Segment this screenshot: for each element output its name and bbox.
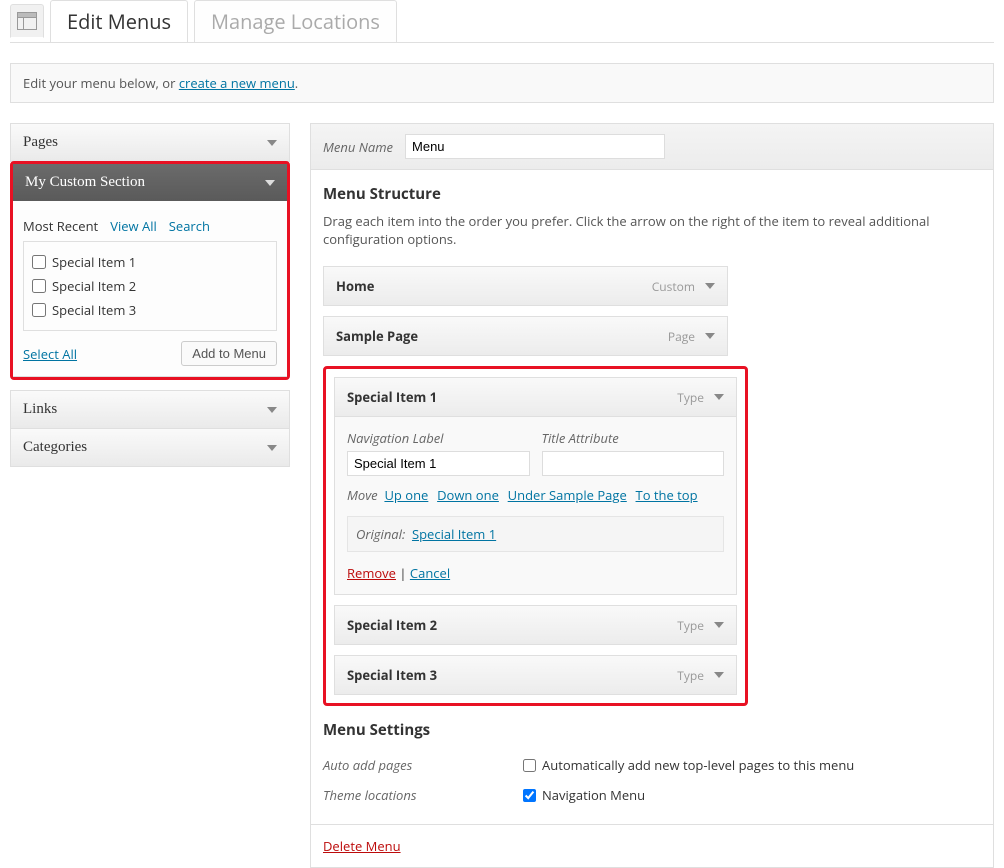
move-under-link[interactable]: Under Sample Page xyxy=(508,486,627,504)
tab-bar: Edit Menus Manage Locations xyxy=(10,0,994,43)
title-attr-input[interactable] xyxy=(542,451,725,476)
menu-item-details: Navigation Label Title Attribute Move Up… xyxy=(335,416,736,594)
move-up-link[interactable]: Up one xyxy=(384,486,428,504)
action-row: Remove | Cancel xyxy=(347,564,724,582)
menu-item-type: Type xyxy=(677,667,704,684)
select-all-link[interactable]: Select All xyxy=(23,345,77,363)
item-checkbox[interactable] xyxy=(32,279,46,293)
notice-bar: Edit your menu below, or create a new me… xyxy=(10,63,994,103)
chevron-down-icon[interactable] xyxy=(714,672,724,678)
menu-item-type: Page xyxy=(668,328,695,345)
item-checkbox[interactable] xyxy=(32,255,46,269)
item-label: Special Item 1 xyxy=(52,253,136,271)
list-item[interactable]: Special Item 1 xyxy=(32,250,268,274)
menu-item-type: Type xyxy=(677,389,704,406)
menu-item-title: Special Item 1 xyxy=(347,388,437,406)
menu-structure-title: Menu Structure xyxy=(323,184,981,204)
nav-label: Navigation Label xyxy=(347,429,530,447)
theme-text: Navigation Menu xyxy=(542,786,645,804)
notice-prefix: Edit your menu below, or xyxy=(23,74,179,92)
menu-item-type: Custom xyxy=(652,278,695,295)
menu-item[interactable]: Special Item 2 Type xyxy=(334,605,737,645)
separator: | xyxy=(399,564,410,582)
chevron-down-icon[interactable] xyxy=(705,283,715,289)
item-checkbox[interactable] xyxy=(32,303,46,317)
accordion-links[interactable]: Links xyxy=(10,390,290,429)
theme-checkbox-label[interactable]: Navigation Menu xyxy=(523,786,645,804)
move-row: Move Up one Down one Under Sample Page T… xyxy=(347,486,724,504)
subtabs: Most Recent View All Search xyxy=(23,211,277,241)
menu-panel-header: Menu Name xyxy=(311,124,993,170)
menu-item-title: Special Item 2 xyxy=(347,616,437,634)
item-label: Special Item 3 xyxy=(52,301,136,319)
original-label: Original: xyxy=(356,525,405,543)
chevron-down-icon[interactable] xyxy=(705,333,715,339)
subtab-search[interactable]: Search xyxy=(169,217,210,235)
menu-panel: Menu Name Menu Structure Drag each item … xyxy=(310,123,994,868)
cancel-link[interactable]: Cancel xyxy=(410,564,450,582)
theme-checkbox[interactable] xyxy=(523,789,536,802)
remove-link[interactable]: Remove xyxy=(347,564,396,582)
original-row: Original: Special Item 1 xyxy=(347,516,724,552)
highlight-custom-section: My Custom Section Most Recent View All S… xyxy=(10,161,290,380)
chevron-down-icon[interactable] xyxy=(714,622,724,628)
menu-item-title: Home xyxy=(336,277,374,295)
menu-item[interactable]: Sample Page Page xyxy=(323,316,728,356)
menu-item-title: Sample Page xyxy=(336,327,418,345)
accordion-categories[interactable]: Categories xyxy=(10,428,290,467)
auto-add-checkbox[interactable] xyxy=(523,759,536,772)
auto-add-label: Auto add pages xyxy=(323,756,523,774)
theme-locations-label: Theme locations xyxy=(323,786,523,804)
menu-name-label: Menu Name xyxy=(323,138,393,156)
chevron-down-icon xyxy=(265,180,275,186)
move-down-link[interactable]: Down one xyxy=(437,486,499,504)
nav-label-input[interactable] xyxy=(347,451,530,476)
accordion-pages-title: Pages xyxy=(23,134,58,151)
auto-add-text: Automatically add new top-level pages to… xyxy=(542,756,854,774)
subtab-view-all[interactable]: View All xyxy=(110,217,157,235)
screen-options-icon[interactable] xyxy=(10,4,44,38)
add-to-menu-button[interactable]: Add to Menu xyxy=(181,341,277,366)
list-item[interactable]: Special Item 3 xyxy=(32,298,268,322)
menu-structure-desc: Drag each item into the order you prefer… xyxy=(323,212,981,248)
highlight-menu-items: Special Item 1 Type Navigation Label Titl… xyxy=(323,366,748,706)
tab-manage-locations[interactable]: Manage Locations xyxy=(194,0,397,42)
accordion-custom-section[interactable]: My Custom Section xyxy=(13,164,287,201)
accordion-links-title: Links xyxy=(23,401,57,418)
subtab-most-recent[interactable]: Most Recent xyxy=(23,217,98,235)
menu-item[interactable]: Special Item 1 Type Navigation Label Titl… xyxy=(334,377,737,595)
available-items-list: Special Item 1 Special Item 2 Special It… xyxy=(23,241,277,331)
chevron-down-icon xyxy=(267,140,277,146)
chevron-down-icon xyxy=(267,407,277,413)
accordion-categories-title: Categories xyxy=(23,439,87,456)
chevron-down-icon xyxy=(267,445,277,451)
original-link[interactable]: Special Item 1 xyxy=(412,525,496,543)
menu-panel-footer: Delete Menu xyxy=(311,824,993,867)
move-top-link[interactable]: To the top xyxy=(636,486,698,504)
notice-suffix: . xyxy=(295,74,298,92)
auto-add-checkbox-label[interactable]: Automatically add new top-level pages to… xyxy=(523,756,854,774)
item-label: Special Item 2 xyxy=(52,277,136,295)
menu-item-type: Type xyxy=(677,617,704,634)
delete-menu-link[interactable]: Delete Menu xyxy=(323,837,401,855)
accordion-pages[interactable]: Pages xyxy=(10,123,290,162)
accordion-custom-title: My Custom Section xyxy=(25,174,145,191)
menu-item-title: Special Item 3 xyxy=(347,666,437,684)
menu-item[interactable]: Special Item 3 Type xyxy=(334,655,737,695)
tab-edit-menus[interactable]: Edit Menus xyxy=(50,0,188,42)
menu-settings: Menu Settings Auto add pages Automatical… xyxy=(323,720,981,810)
title-attr-label: Title Attribute xyxy=(542,429,725,447)
chevron-down-icon[interactable] xyxy=(714,394,724,400)
menu-settings-title: Menu Settings xyxy=(323,720,981,740)
menu-name-input[interactable] xyxy=(405,134,665,159)
menu-item[interactable]: Home Custom xyxy=(323,266,728,306)
move-label: Move xyxy=(347,486,378,504)
list-item[interactable]: Special Item 2 xyxy=(32,274,268,298)
create-new-menu-link[interactable]: create a new menu xyxy=(179,74,295,92)
